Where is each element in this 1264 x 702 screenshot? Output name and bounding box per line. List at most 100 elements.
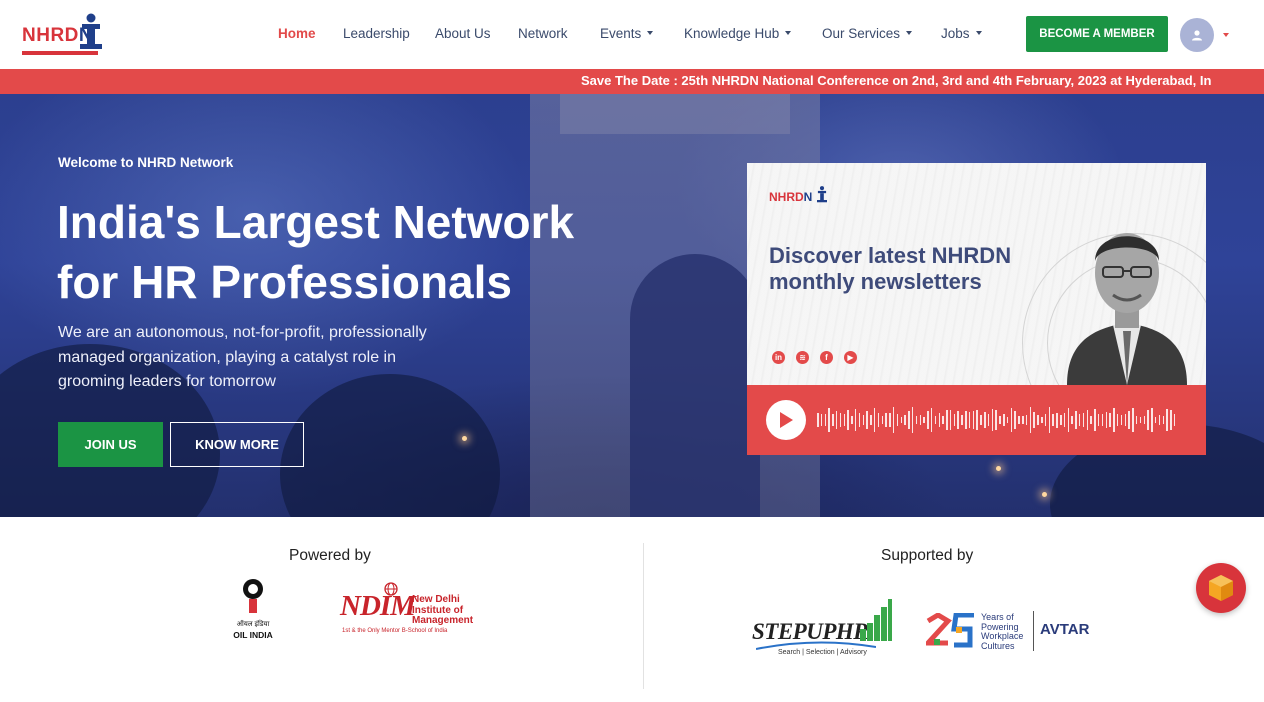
card-logo: NHRDN bbox=[769, 185, 827, 206]
waveform-bar bbox=[1041, 416, 1043, 424]
waveform-bar bbox=[862, 414, 865, 426]
waveform-bar bbox=[1037, 414, 1039, 426]
waveform-bar bbox=[873, 407, 876, 433]
waveform-bar bbox=[1143, 415, 1146, 425]
street-light bbox=[462, 436, 467, 441]
nav-home[interactable]: Home bbox=[278, 26, 316, 41]
waveform-bar bbox=[987, 414, 990, 426]
nav-jobs-label: Jobs bbox=[941, 26, 970, 41]
card-logo-text: NHRDN bbox=[769, 190, 813, 204]
waveform-bar bbox=[934, 415, 937, 425]
ndim-globe-icon bbox=[384, 582, 398, 596]
play-button[interactable] bbox=[766, 400, 806, 440]
waveform-bar bbox=[1173, 414, 1176, 426]
waveform-bar bbox=[927, 410, 929, 430]
chat-widget-button[interactable] bbox=[1196, 563, 1246, 613]
linkedin-icon[interactable]: in bbox=[772, 351, 785, 364]
waveform-bar bbox=[1029, 407, 1032, 433]
logo-accent-letter: N bbox=[803, 190, 813, 204]
know-more-button[interactable]: KNOW MORE bbox=[170, 422, 304, 467]
nav-our-services[interactable]: Our Services bbox=[822, 26, 913, 41]
hero-title: India's Largest Network for HR Professio… bbox=[57, 192, 657, 312]
oil-india-drop-icon bbox=[243, 579, 263, 613]
play-icon bbox=[780, 412, 793, 428]
waveform-bar bbox=[915, 415, 918, 425]
waveform-bar bbox=[1044, 413, 1047, 427]
waveform-bar bbox=[1132, 407, 1134, 433]
nhrdn-logo[interactable]: NHRDN bbox=[22, 13, 102, 57]
cube-icon bbox=[1209, 575, 1233, 601]
waveform-bar bbox=[1006, 416, 1009, 424]
nav-network[interactable]: Network bbox=[518, 26, 568, 41]
waveform-bar bbox=[1135, 415, 1138, 425]
join-us-button[interactable]: JOIN US bbox=[58, 422, 163, 467]
powered-by-title: Powered by bbox=[289, 547, 371, 564]
stepuphr-tagline: Search | Selection | Advisory bbox=[778, 649, 867, 656]
waveform-bar bbox=[923, 416, 925, 424]
user-icon bbox=[1192, 30, 1202, 41]
stepuphr-logo[interactable]: STEPUPHR Search | Selection | Advisory bbox=[752, 599, 892, 661]
logo-figure-icon bbox=[80, 13, 102, 49]
waveform-bar bbox=[984, 412, 986, 428]
ndim-logo[interactable]: NDIM New Delhi Institute of Management 1… bbox=[340, 580, 485, 640]
waveform-bar bbox=[972, 411, 975, 429]
nav-leadership[interactable]: Leadership bbox=[343, 26, 410, 41]
avtar-name: AVTAR bbox=[1040, 621, 1090, 638]
partners-section: Powered by Supported by ऑयल इंडिया OIL I… bbox=[0, 517, 1264, 702]
waveform-bar bbox=[843, 414, 846, 426]
waveform-bar bbox=[991, 409, 994, 431]
waveform-bar bbox=[1120, 415, 1123, 425]
user-avatar[interactable] bbox=[1180, 18, 1214, 52]
waveform-bar bbox=[828, 408, 830, 432]
hero-welcome-text: Welcome to NHRD Network bbox=[58, 155, 234, 170]
waveform-bar bbox=[965, 410, 967, 430]
newsletter-card[interactable]: NHRDN Discover latest NHRDN monthly news… bbox=[747, 163, 1206, 455]
waveform-bar bbox=[1124, 413, 1127, 427]
waveform-bar bbox=[1014, 410, 1016, 430]
oil-india-name: OIL INDIA bbox=[233, 630, 273, 640]
announcement-ticker: Save The Date : 25th NHRDN National Conf… bbox=[0, 69, 1264, 94]
supported-by-title: Supported by bbox=[881, 547, 974, 564]
hero-title-line1: India's Largest Network bbox=[57, 196, 575, 248]
waveform-bar bbox=[961, 415, 963, 425]
waveform-bar bbox=[870, 415, 872, 425]
waveform-bar bbox=[1071, 415, 1073, 425]
nav-our-services-label: Our Services bbox=[822, 26, 901, 41]
waveform-bar bbox=[968, 412, 971, 428]
audio-player-bar bbox=[747, 385, 1206, 455]
spotify-icon[interactable]: ≋ bbox=[796, 351, 809, 364]
waveform-bar bbox=[1056, 412, 1058, 428]
user-menu-chevron-icon[interactable] bbox=[1223, 33, 1229, 37]
ndim-tagline: 1st & the Only Mentor B-School of India bbox=[342, 628, 448, 634]
social-links: in ≋ f ▶ bbox=[772, 351, 857, 364]
waveform-bar bbox=[1003, 413, 1005, 427]
waveform-bar bbox=[889, 413, 891, 427]
become-member-button[interactable]: BECOME A MEMBER bbox=[1026, 16, 1168, 52]
audio-waveform[interactable] bbox=[817, 405, 1187, 435]
facebook-icon[interactable]: f bbox=[820, 351, 833, 364]
nav-jobs[interactable]: Jobs bbox=[941, 26, 982, 41]
waveform-bar bbox=[908, 411, 910, 429]
waveform-bar bbox=[896, 414, 899, 426]
nav-about-us[interactable]: About Us bbox=[435, 26, 491, 41]
youtube-icon[interactable]: ▶ bbox=[844, 351, 857, 364]
speaker-photo bbox=[1067, 233, 1187, 385]
ticker-text[interactable]: Save The Date : 25th NHRDN National Conf… bbox=[581, 73, 1211, 88]
waveform-bar bbox=[900, 416, 903, 424]
chevron-down-icon bbox=[975, 31, 982, 36]
waveform-bar bbox=[1025, 415, 1028, 425]
nav-events[interactable]: Events bbox=[600, 26, 654, 41]
waveform-bar bbox=[892, 407, 895, 433]
street-light bbox=[1042, 492, 1047, 497]
waveform-bar bbox=[1094, 408, 1096, 431]
nav-knowledge-hub[interactable]: Knowledge Hub bbox=[684, 26, 792, 41]
waveform-bar bbox=[1113, 408, 1115, 432]
waveform-bar bbox=[1105, 411, 1108, 429]
oil-india-logo[interactable]: ऑयल इंडिया OIL INDIA bbox=[228, 579, 278, 641]
top-navbar: NHRDN Home Leadership About Us Network E… bbox=[0, 0, 1264, 69]
waveform-bar bbox=[1090, 415, 1092, 425]
nav-knowledge-hub-label: Knowledge Hub bbox=[684, 26, 780, 41]
avtar-logo[interactable]: Years of Powering Workplace Cultures AVT… bbox=[926, 609, 1112, 653]
newsletter-title: Discover latest NHRDN monthly newsletter… bbox=[769, 243, 1012, 294]
waveform-bar bbox=[1116, 414, 1119, 426]
